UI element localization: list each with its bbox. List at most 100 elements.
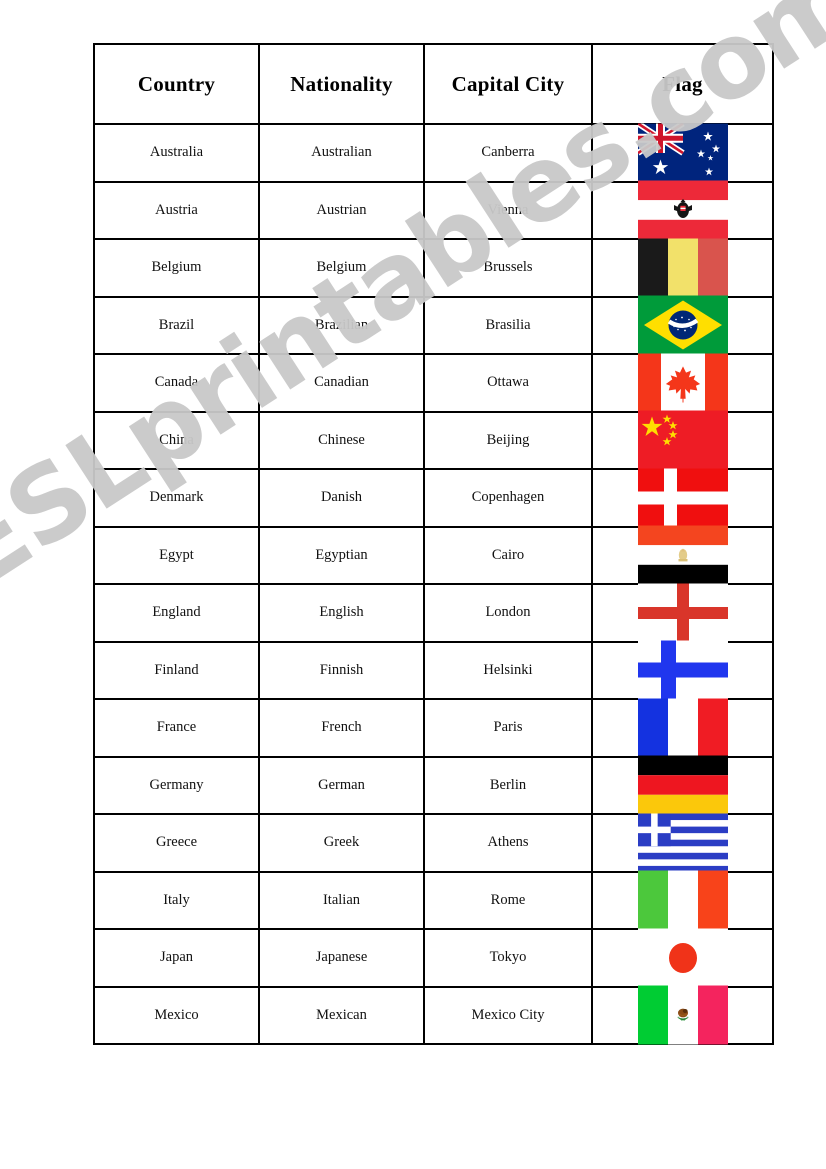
country-cell: Egypt [93,525,260,585]
table-row: Denmark Danish Copenhagen [93,468,774,528]
header-row: Country Nationality Capital City Flag [93,43,774,125]
capital-city-cell: Rome [423,870,593,930]
nationality-cell: Brazilian [258,295,425,355]
nationality-cell: German [258,755,425,815]
nationality-cell: Chinese [258,410,425,470]
table-row: Finland Finnish Helsinki [93,640,774,700]
country-cell: China [93,410,260,470]
country-cell: Finland [93,640,260,700]
table-row: Greece Greek Athens [93,813,774,873]
nationality-cell: Egyptian [258,525,425,585]
country-cell: Japan [93,928,260,988]
nationality-cell: Australian [258,123,425,183]
country-cell: England [93,583,260,643]
belgium-flag-icon [637,238,728,298]
capital-city-cell: Ottawa [423,353,593,413]
germany-flag-icon [637,755,728,815]
capital-city-cell: Berlin [423,755,593,815]
nationality-cell: Greek [258,813,425,873]
capital-city-cell: Canberra [423,123,593,183]
table-row: Germany German Berlin [93,755,774,815]
table-row: Egypt Egyptian Cairo [93,525,774,585]
nationality-cell: Italian [258,870,425,930]
country-cell: Greece [93,813,260,873]
countries-table-wrapper: Country Nationality Capital City Flag Au… [93,43,774,1097]
nationality-cell: Japanese [258,928,425,988]
japan-flag-icon [637,928,728,988]
austria-flag-icon [637,180,728,240]
flag-cell [591,870,774,930]
capital-city-cell: Copenhagen [423,468,593,528]
table-row: France French Paris [93,698,774,758]
england-flag-icon [637,583,728,643]
egypt-flag-icon [637,525,728,585]
country-cell: Denmark [93,468,260,528]
denmark-flag-icon [637,468,728,528]
table-row: Italy Italian Rome [93,870,774,930]
table-row: England English London [93,583,774,643]
nationality-cell: Danish [258,468,425,528]
brazil-flag-icon [637,295,728,355]
flag-cell [591,180,774,240]
capital-city-cell: Vienna [423,180,593,240]
table-row: Austria Austrian Vienna [93,180,774,240]
capital-city-cell: Beijing [423,410,593,470]
table-body: Australia Australian Canberra Austria Austr… [93,123,774,1045]
china-flag-icon [637,410,728,470]
france-flag-icon [637,698,728,758]
country-cell: Belgium [93,238,260,298]
countries-table: Country Nationality Capital City Flag Au… [93,43,774,1045]
table-row: Brazil Brazilian Brasilia [93,295,774,355]
flag-cell [591,295,774,355]
table-row: China Chinese Beijing [93,410,774,470]
table-row: Canada Canadian Ottawa [93,353,774,413]
nationality-cell: French [258,698,425,758]
table-row: Australia Australian Canberra [93,123,774,183]
country-cell: Canada [93,353,260,413]
column-header-country: Country [93,43,260,125]
country-cell: Germany [93,755,260,815]
nationality-cell: Canadian [258,353,425,413]
capital-city-cell: Paris [423,698,593,758]
column-header-capital-city: Capital City [423,43,593,125]
country-cell: Australia [93,123,260,183]
table-row: Mexico Mexican Mexico City [93,985,774,1045]
nationality-cell: Finnish [258,640,425,700]
flag-cell [591,468,774,528]
flag-cell [591,928,774,988]
canada-flag-icon [637,353,728,413]
country-cell: Brazil [93,295,260,355]
capital-city-cell: Athens [423,813,593,873]
flag-cell [591,353,774,413]
nationality-cell: Austrian [258,180,425,240]
capital-city-cell: London [423,583,593,643]
capital-city-cell: Brussels [423,238,593,298]
capital-city-cell: Helsinki [423,640,593,700]
table-row: Belgium Belgium Brussels [93,238,774,298]
flag-cell [591,238,774,298]
country-cell: Austria [93,180,260,240]
mexico-flag-icon [637,985,728,1045]
italy-flag-icon [637,870,728,930]
column-header-nationality: Nationality [258,43,425,125]
finland-flag-icon [637,640,728,700]
flag-cell [591,410,774,470]
greece-flag-icon [637,813,728,873]
worksheet-page: ESLprintables.com Country Nationality Ca… [0,0,826,1169]
flag-cell [591,640,774,700]
australia-flag-icon [637,123,728,183]
flag-cell [591,525,774,585]
country-cell: Italy [93,870,260,930]
flag-cell [591,583,774,643]
table-header: Country Nationality Capital City Flag [93,43,774,125]
flag-cell [591,123,774,183]
capital-city-cell: Mexico City [423,985,593,1045]
flag-cell [591,755,774,815]
capital-city-cell: Brasilia [423,295,593,355]
capital-city-cell: Cairo [423,525,593,585]
capital-city-cell: Tokyo [423,928,593,988]
flag-cell [591,813,774,873]
column-header-flag: Flag [591,43,774,125]
country-cell: Mexico [93,985,260,1045]
country-cell: France [93,698,260,758]
